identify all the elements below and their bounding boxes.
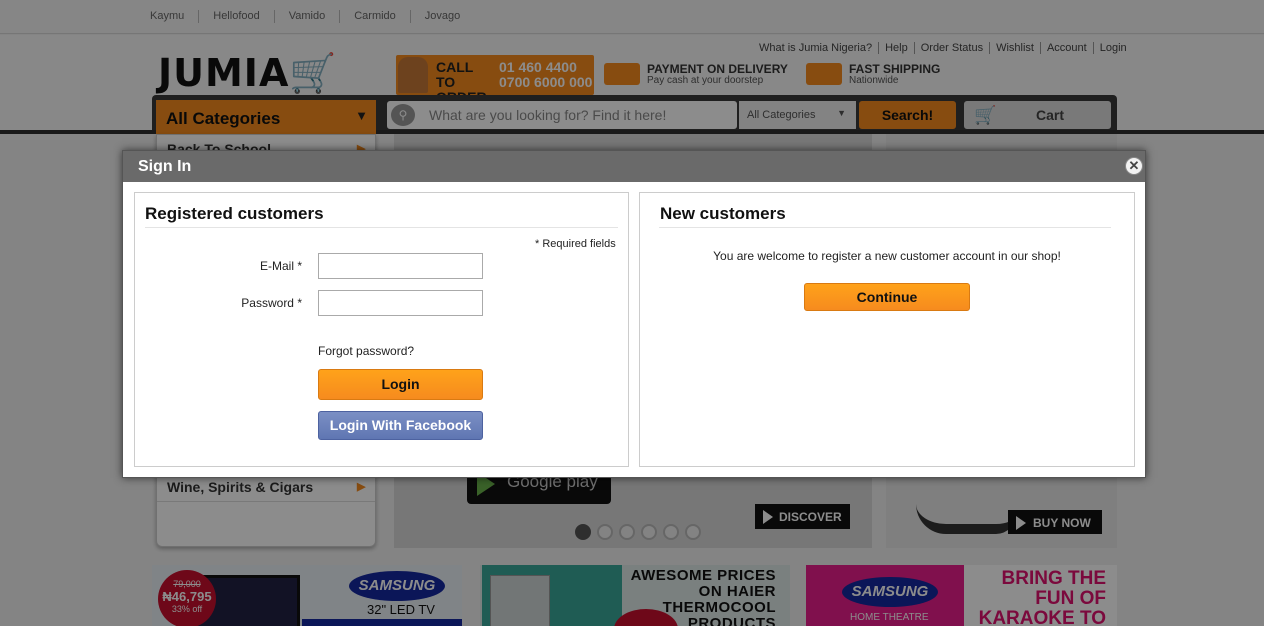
email-label: E-Mail * xyxy=(259,259,302,273)
close-icon[interactable]: ✕ xyxy=(1125,157,1143,175)
modal-title: Sign In xyxy=(138,158,192,175)
register-message: You are welcome to register a new custom… xyxy=(713,249,1061,263)
forgot-password-link[interactable]: Forgot password? xyxy=(318,344,414,358)
required-fields-note: * Required fields xyxy=(535,238,616,250)
password-field[interactable] xyxy=(318,290,483,316)
new-customers-panel: New customers You are welcome to registe… xyxy=(639,192,1135,467)
registered-customers-panel: Registered customers * Required fields E… xyxy=(134,192,629,467)
new-customers-heading: New customers xyxy=(660,204,786,223)
email-field[interactable] xyxy=(318,253,483,279)
login-button[interactable]: Login xyxy=(318,369,483,400)
divider xyxy=(659,227,1111,228)
divider xyxy=(145,227,618,228)
sign-in-modal: Sign In ✕ Registered customers * Require… xyxy=(122,150,1146,478)
registered-heading: Registered customers xyxy=(145,204,324,223)
modal-header: Sign In ✕ xyxy=(123,151,1145,182)
password-label: Password * xyxy=(241,296,302,310)
login-facebook-button[interactable]: Login With Facebook xyxy=(318,411,483,440)
continue-button[interactable]: Continue xyxy=(804,283,970,311)
